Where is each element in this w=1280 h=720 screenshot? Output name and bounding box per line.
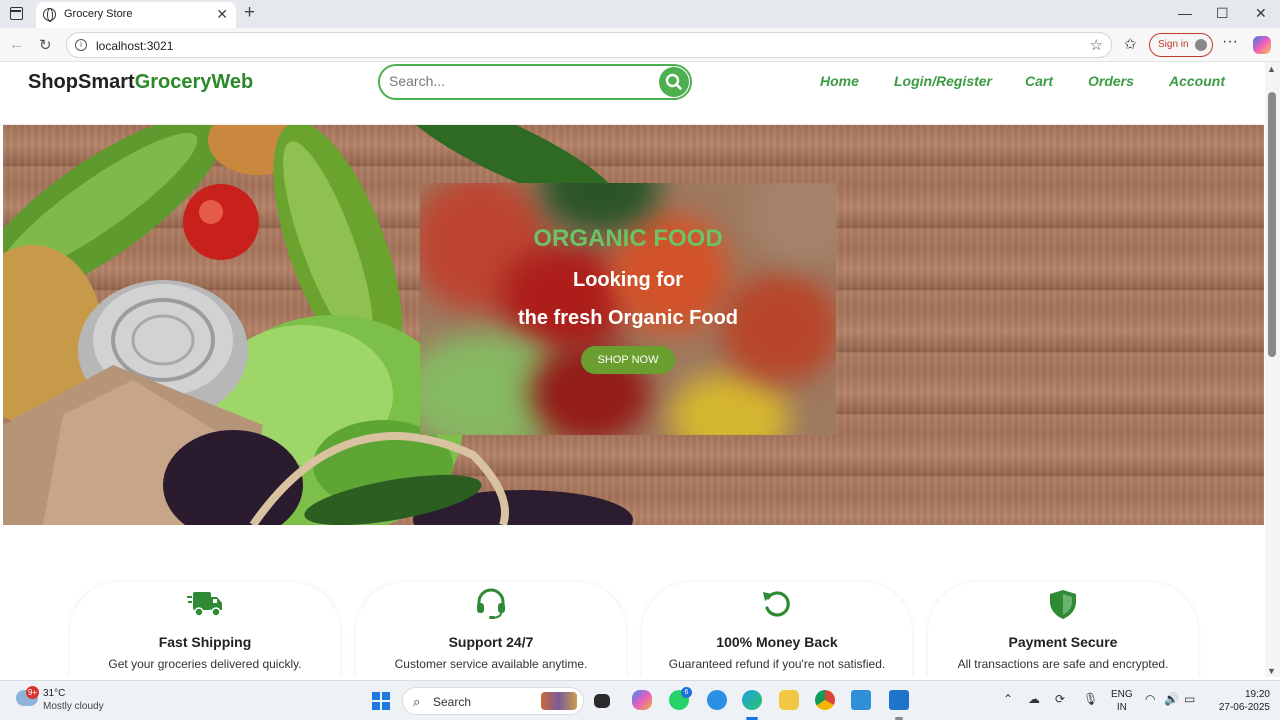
search-icon: ⌕ bbox=[413, 694, 421, 709]
browser-tab-bar: Grocery Store ✕ + — ☐ ✕ bbox=[0, 0, 1280, 28]
headset-icon bbox=[477, 588, 505, 619]
minimize-button[interactable]: — bbox=[1178, 5, 1192, 21]
scroll-up-icon[interactable]: ▲ bbox=[1267, 64, 1276, 74]
feature-title: 100% Money Back bbox=[716, 634, 838, 650]
weather-description[interactable]: Mostly cloudy bbox=[43, 701, 104, 712]
feature-description: All transactions are safe and encrypted. bbox=[957, 657, 1169, 671]
start-button[interactable] bbox=[372, 692, 390, 710]
taskbar-search-label: Search bbox=[433, 695, 472, 709]
language-indicator[interactable]: ENG IN bbox=[1111, 688, 1133, 714]
nav-home[interactable]: Home bbox=[820, 73, 859, 89]
shop-now-button[interactable]: SHOP NOW bbox=[581, 346, 675, 374]
scrollbar-thumb[interactable] bbox=[1268, 92, 1276, 357]
feature-description: Guaranteed refund if you're not satisfie… bbox=[668, 657, 886, 671]
hero-headline-line2: the fresh Organic Food bbox=[517, 307, 739, 329]
chrome-icon[interactable] bbox=[815, 690, 835, 710]
search-highlight-icon bbox=[541, 692, 577, 710]
refresh-icon bbox=[763, 591, 790, 617]
scroll-down-icon[interactable]: ▼ bbox=[1267, 666, 1276, 676]
hero-kicker: ORGANIC FOOD bbox=[533, 225, 723, 252]
battery-icon[interactable]: ▭ bbox=[1184, 692, 1195, 706]
search-box bbox=[378, 64, 692, 100]
tab-title: Grocery Store bbox=[64, 8, 133, 20]
feature-title: Payment Secure bbox=[1008, 634, 1118, 650]
favorite-star-icon[interactable]: ☆ bbox=[1090, 36, 1103, 54]
sync-icon[interactable]: ⟳ bbox=[1055, 692, 1065, 706]
sign-in-button[interactable]: Sign in bbox=[1149, 33, 1213, 57]
site-logo[interactable]: ShopSmartGroceryWeb bbox=[28, 71, 253, 94]
feature-card: Fast Shipping Get your groceries deliver… bbox=[70, 582, 340, 677]
more-menu-icon[interactable]: ··· bbox=[1222, 33, 1238, 51]
taskbar-search[interactable]: ⌕ Search bbox=[402, 687, 584, 715]
nav-cart[interactable]: Cart bbox=[1025, 73, 1053, 89]
volume-icon[interactable]: 🔊 bbox=[1164, 692, 1179, 706]
vscode-icon[interactable] bbox=[889, 690, 909, 710]
feature-card: Payment Secure All transactions are safe… bbox=[928, 582, 1198, 677]
address-bar-row: ← ↻ i localhost:3021 ☆ ✩ Sign in ··· bbox=[0, 28, 1280, 62]
search-icon bbox=[665, 73, 682, 90]
taskbar: 9+ 31°C Mostly cloudy ⌕ Search 6 ⌃ ☁ ⟳ 🎙… bbox=[0, 680, 1280, 720]
url-field[interactable]: i localhost:3021 ☆ bbox=[66, 32, 1112, 58]
new-tab-button[interactable]: + bbox=[244, 2, 255, 24]
shield-icon bbox=[1050, 590, 1076, 619]
truck-icon bbox=[187, 592, 222, 617]
brand-part1: ShopSmart bbox=[28, 71, 135, 93]
close-window-button[interactable]: ✕ bbox=[1255, 5, 1267, 22]
feature-description: Customer service available anytime. bbox=[394, 657, 588, 671]
clock-time: 19:20 bbox=[1244, 689, 1270, 700]
hero-banner: ORGANIC FOOD Looking for the fresh Organ… bbox=[3, 125, 1264, 525]
wifi-icon[interactable]: ◠ bbox=[1145, 692, 1155, 706]
page-scrollbar[interactable]: ▲ ▼ bbox=[1265, 62, 1280, 677]
nav-account[interactable]: Account bbox=[1169, 73, 1225, 89]
page-viewport: ShopSmartGroceryWeb Home Login/Register … bbox=[0, 62, 1265, 677]
sign-in-label: Sign in bbox=[1158, 39, 1189, 50]
reload-button[interactable]: ↻ bbox=[39, 36, 52, 54]
mysql-workbench-icon[interactable] bbox=[851, 690, 871, 710]
url-text: localhost:3021 bbox=[96, 39, 174, 53]
show-hidden-icons[interactable]: ⌃ bbox=[1003, 692, 1013, 706]
region-code: IN bbox=[1116, 702, 1127, 713]
maximize-button[interactable]: ☐ bbox=[1216, 5, 1229, 22]
copilot-icon[interactable] bbox=[1253, 36, 1271, 54]
tab-actions-icon[interactable] bbox=[10, 7, 23, 20]
weather-badge: 9+ bbox=[26, 686, 39, 699]
feature-card: 100% Money Back Guaranteed refund if you… bbox=[642, 582, 912, 677]
favorites-icon[interactable]: ✩ bbox=[1124, 35, 1137, 53]
feature-description: Get your groceries delivered quickly. bbox=[108, 657, 302, 671]
file-explorer-icon[interactable] bbox=[779, 690, 799, 710]
search-button[interactable] bbox=[659, 67, 689, 97]
language-code: ENG bbox=[1111, 689, 1133, 700]
nav-login-register[interactable]: Login/Register bbox=[894, 73, 992, 89]
whatsapp-badge: 6 bbox=[681, 687, 692, 698]
task-view-icon[interactable] bbox=[594, 694, 610, 708]
feature-card: Support 24/7 Customer service available … bbox=[356, 582, 626, 677]
feature-title: Support 24/7 bbox=[448, 634, 534, 650]
browser-tab[interactable]: Grocery Store ✕ bbox=[36, 2, 236, 28]
back-button[interactable]: ← bbox=[9, 36, 24, 53]
onedrive-icon[interactable]: ☁ bbox=[1028, 692, 1040, 706]
globe-icon bbox=[43, 8, 56, 22]
search-input[interactable] bbox=[389, 73, 649, 89]
profile-avatar-icon bbox=[1195, 39, 1207, 51]
site-header: ShopSmartGroceryWeb Home Login/Register … bbox=[0, 62, 1265, 125]
edge-icon[interactable] bbox=[742, 690, 762, 710]
clock-date: 27-06-2025 bbox=[1218, 702, 1270, 713]
weather-app-icon[interactable] bbox=[707, 690, 727, 710]
copilot-app-icon[interactable] bbox=[632, 690, 652, 710]
weather-temperature[interactable]: 31°C bbox=[43, 688, 65, 699]
feature-title: Fast Shipping bbox=[158, 634, 252, 650]
nav-orders[interactable]: Orders bbox=[1088, 73, 1134, 89]
brand-part2: GroceryWeb bbox=[134, 71, 254, 93]
clock[interactable]: 19:20 27-06-2025 bbox=[1206, 688, 1270, 714]
site-info-icon[interactable]: i bbox=[75, 39, 87, 51]
close-tab-icon[interactable]: ✕ bbox=[216, 6, 228, 23]
microphone-icon[interactable]: 🎙 bbox=[1083, 692, 1098, 706]
hero-headline-line1: Looking for bbox=[573, 269, 683, 291]
